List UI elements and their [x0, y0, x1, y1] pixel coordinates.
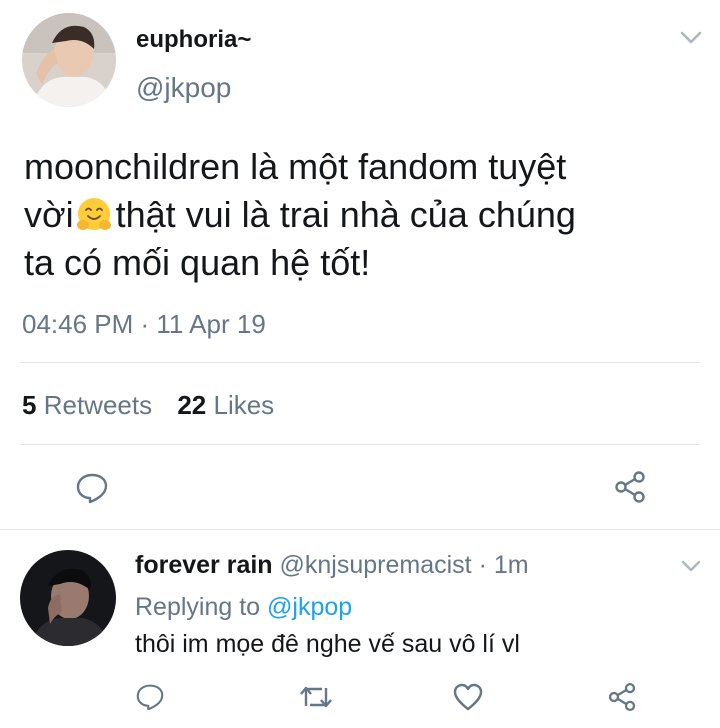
reply-header: forever rain @knjsupremacist · 1m	[135, 551, 529, 580]
tweet-separator	[0, 529, 720, 530]
tweet-text-line: moonchildren là một fandom tuyệt	[24, 146, 567, 187]
retweets-label: Retweets	[43, 390, 153, 420]
divider	[20, 362, 700, 363]
reply-icon[interactable]	[72, 468, 112, 508]
retweets-stat[interactable]: 5 Retweets	[22, 390, 159, 420]
likes-label: Likes	[213, 390, 275, 420]
divider	[20, 444, 700, 445]
replying-handle-link[interactable]: @jkpop	[267, 593, 352, 621]
tweet-text-segment: vời	[24, 194, 74, 235]
retweet-icon[interactable]	[296, 680, 336, 714]
main-display-name[interactable]: euphoria~	[136, 26, 251, 54]
main-avatar[interactable]	[22, 13, 116, 107]
share-icon[interactable]	[610, 467, 650, 507]
chevron-down-icon[interactable]	[676, 26, 706, 50]
likes-count: 22	[177, 390, 207, 420]
reply-icon[interactable]	[132, 680, 168, 714]
reply-text: thôi im mọe đê nghe vế sau vô lí vl	[135, 630, 520, 658]
main-tweet-text: moonchildren là một fandom tuyệt vời thậ…	[24, 143, 714, 287]
replying-to: Replying to @jkpop	[135, 593, 352, 622]
share-icon[interactable]	[604, 680, 640, 714]
reply-avatar[interactable]	[20, 550, 116, 646]
tweet-text-segment: thật vui là trai nhà của chúng	[115, 194, 576, 235]
reply-time[interactable]: 1m	[494, 551, 529, 579]
chevron-down-icon[interactable]	[676, 556, 706, 576]
tweet-timestamp[interactable]: 04:46 PM · 11 Apr 19	[22, 309, 266, 340]
reply-separator: ·	[478, 551, 487, 579]
retweets-count: 5	[22, 390, 37, 420]
reply-display-name[interactable]: forever rain	[135, 551, 273, 579]
engagement-counts: 5 Retweets 22 Likes	[22, 390, 274, 421]
like-icon[interactable]	[450, 680, 486, 714]
likes-stat[interactable]: 22 Likes	[177, 390, 274, 420]
hugging-face-emoji-icon	[74, 195, 114, 235]
tweet-text-line: vời thật vui là trai nhà của chúng	[24, 191, 714, 239]
replying-prefix: Replying to	[135, 593, 261, 621]
tweet-text-line: ta có mối quan hệ tốt!	[24, 242, 371, 283]
reply-handle[interactable]: @knjsupremacist	[280, 551, 472, 579]
main-handle[interactable]: @jkpop	[136, 72, 231, 104]
